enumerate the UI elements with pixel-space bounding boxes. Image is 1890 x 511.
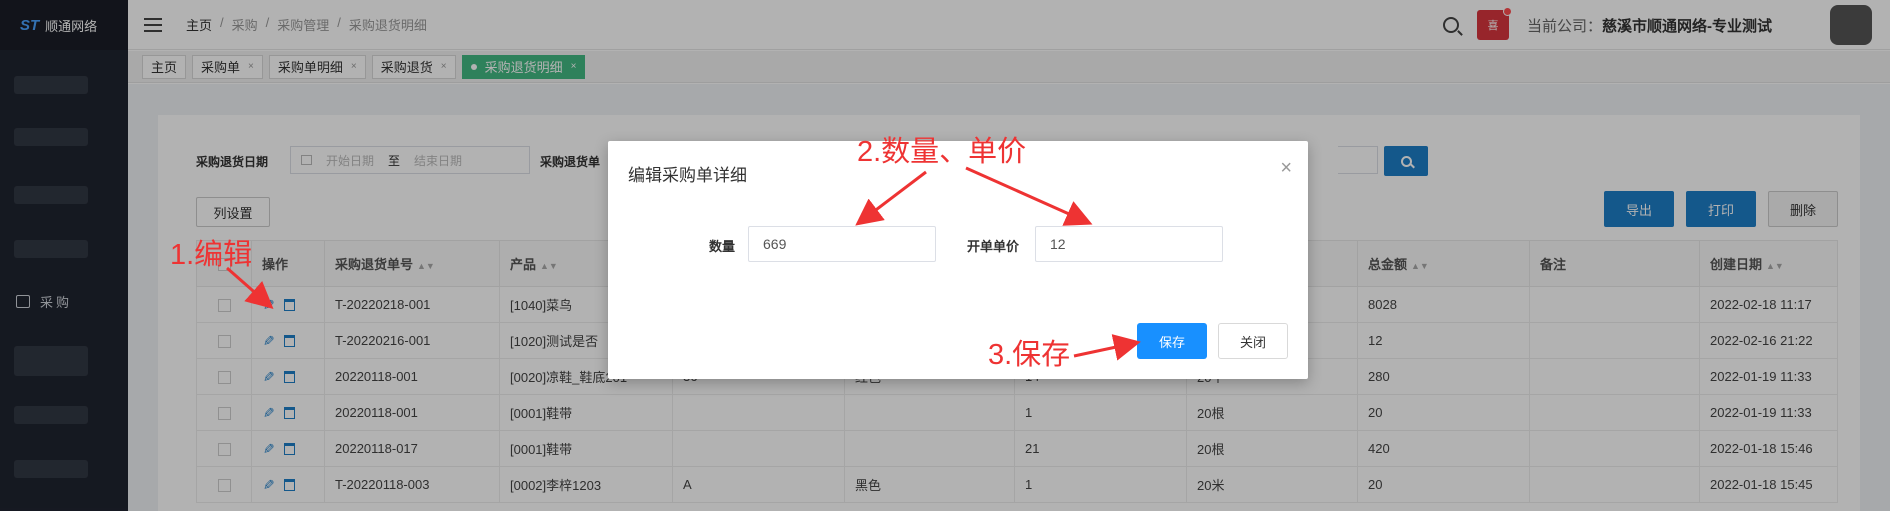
unit-price-input[interactable] (1035, 226, 1223, 262)
close-icon[interactable]: × (1280, 157, 1292, 180)
quantity-label: 数量 (709, 239, 736, 254)
unit-price-label: 开单单价 (967, 239, 1020, 254)
close-button[interactable]: 关闭 (1218, 323, 1288, 359)
quantity-input[interactable] (748, 226, 936, 262)
modal-title: 编辑采购单详细 (628, 166, 747, 185)
save-button[interactable]: 保存 (1137, 323, 1207, 359)
edit-detail-modal: 编辑采购单详细 × 数量 开单单价 保存 关闭 (608, 141, 1308, 379)
